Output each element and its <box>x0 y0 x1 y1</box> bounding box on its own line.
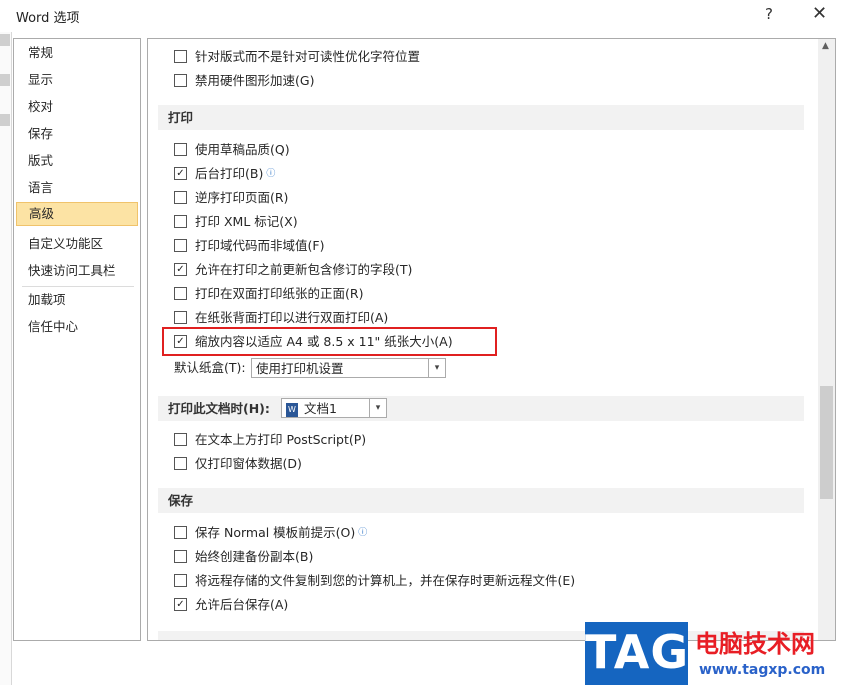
nav-item-advanced[interactable]: 高级 <box>16 202 138 226</box>
background-fragment <box>0 74 10 86</box>
chevron-down-icon[interactable]: ▾ <box>369 398 386 418</box>
option-optimize-char-position[interactable]: 针对版式而不是针对可读性优化字符位置 <box>174 47 420 67</box>
scrollbar-thumb[interactable] <box>820 386 833 499</box>
checkbox[interactable] <box>174 550 187 563</box>
help-button[interactable]: ? <box>765 5 773 23</box>
checkbox[interactable] <box>174 311 187 324</box>
info-icon: ⓘ <box>358 528 368 538</box>
watermark-logo: TAG <box>585 622 688 685</box>
option-print-front-duplex[interactable]: 打印在双面打印纸张的正面(R) <box>174 284 363 304</box>
nav-item-general[interactable]: 常规 <box>16 41 138 65</box>
nav-item-addins[interactable]: 加载项 <box>16 288 138 312</box>
checkbox[interactable] <box>174 50 187 63</box>
title-bar: Word 选项 ? ✕ <box>0 0 850 32</box>
checkbox[interactable] <box>174 457 187 470</box>
checkbox-checked[interactable]: ✓ <box>174 263 187 276</box>
nav-item-language[interactable]: 语言 <box>16 176 138 200</box>
nav-item-quick-access-toolbar[interactable]: 快速访问工具栏 <box>16 259 138 283</box>
window-title: Word 选项 <box>16 11 80 26</box>
checkbox-checked[interactable]: ✓ <box>174 598 187 611</box>
watermark: TAG 电脑技术网 www.tagxp.com <box>585 622 850 685</box>
section-header-print: 打印 <box>158 105 804 130</box>
option-update-tracked-fields[interactable]: ✓ 允许在打印之前更新包含修订的字段(T) <box>174 260 412 280</box>
option-print-field-codes[interactable]: 打印域代码而非域值(F) <box>174 236 324 256</box>
print-doc-dropdown[interactable]: W 文档1 ▾ <box>281 398 387 418</box>
option-draft-quality[interactable]: 使用草稿品质(Q) <box>174 140 290 160</box>
option-background-save[interactable]: ✓ 允许后台保存(A) <box>174 595 288 615</box>
section-header-print-doc: 打印此文档时(H): <box>158 396 804 421</box>
background-window-edge <box>0 32 12 685</box>
option-print-back-duplex[interactable]: 在纸张背面打印以进行双面打印(A) <box>174 308 388 328</box>
checkbox[interactable] <box>174 239 187 252</box>
chevron-down-icon[interactable]: ▾ <box>428 358 445 378</box>
option-print-form-data-only[interactable]: 仅打印窗体数据(D) <box>174 454 302 474</box>
nav-item-display[interactable]: 显示 <box>16 68 138 92</box>
nav-item-proofing[interactable]: 校对 <box>16 95 138 119</box>
checkbox[interactable] <box>174 74 187 87</box>
watermark-site-name: 电脑技术网 <box>695 630 815 658</box>
option-print-xml-tags[interactable]: 打印 XML 标记(X) <box>174 212 298 232</box>
options-nav: 常规 显示 校对 保存 版式 语言 高级 自定义功能区 快速访问工具栏 加载项 … <box>13 38 141 641</box>
nav-item-layout[interactable]: 版式 <box>16 149 138 173</box>
info-icon: ⓘ <box>266 169 276 179</box>
nav-divider <box>22 286 134 287</box>
option-copy-remote-files[interactable]: 将远程存储的文件复制到您的计算机上，并在保存时更新远程文件(E) <box>174 571 575 591</box>
scroll-up-icon[interactable]: ▲ <box>822 41 829 51</box>
checkbox[interactable] <box>174 287 187 300</box>
option-reverse-print-order[interactable]: 逆序打印页面(R) <box>174 188 288 208</box>
word-document-icon: W <box>286 402 298 417</box>
nav-item-customize-ribbon[interactable]: 自定义功能区 <box>16 232 138 256</box>
checkbox[interactable] <box>174 574 187 587</box>
option-disable-hw-acceleration[interactable]: 禁用硬件图形加速(G) <box>174 71 314 91</box>
background-fragment <box>0 34 10 46</box>
option-background-printing[interactable]: ✓ 后台打印(B) ⓘ <box>174 164 275 184</box>
nav-item-save[interactable]: 保存 <box>16 122 138 146</box>
checkbox[interactable] <box>174 433 187 446</box>
checkbox[interactable] <box>174 143 187 156</box>
checkbox-checked[interactable]: ✓ <box>174 167 187 180</box>
option-postscript-over-text[interactable]: 在文本上方打印 PostScript(P) <box>174 430 366 450</box>
checkbox[interactable] <box>174 191 187 204</box>
close-icon[interactable]: ✕ <box>812 3 827 24</box>
nav-item-trust-center[interactable]: 信任中心 <box>16 315 138 339</box>
background-fragment <box>0 114 10 126</box>
vertical-scrollbar[interactable]: ▲ <box>818 39 835 640</box>
default-tray-dropdown[interactable]: 使用打印机设置 ▾ <box>251 358 446 378</box>
option-always-backup[interactable]: 始终创建备份副本(B) <box>174 547 313 567</box>
default-tray-label: 默认纸盒(T): <box>174 360 246 375</box>
checkbox[interactable] <box>174 526 187 539</box>
highlight-box <box>162 327 497 356</box>
option-prompt-save-normal[interactable]: 保存 Normal 模板前提示(O) ⓘ <box>174 523 367 543</box>
checkbox[interactable] <box>174 215 187 228</box>
section-header-save: 保存 <box>158 488 804 513</box>
watermark-url: www.tagxp.com <box>699 662 826 678</box>
